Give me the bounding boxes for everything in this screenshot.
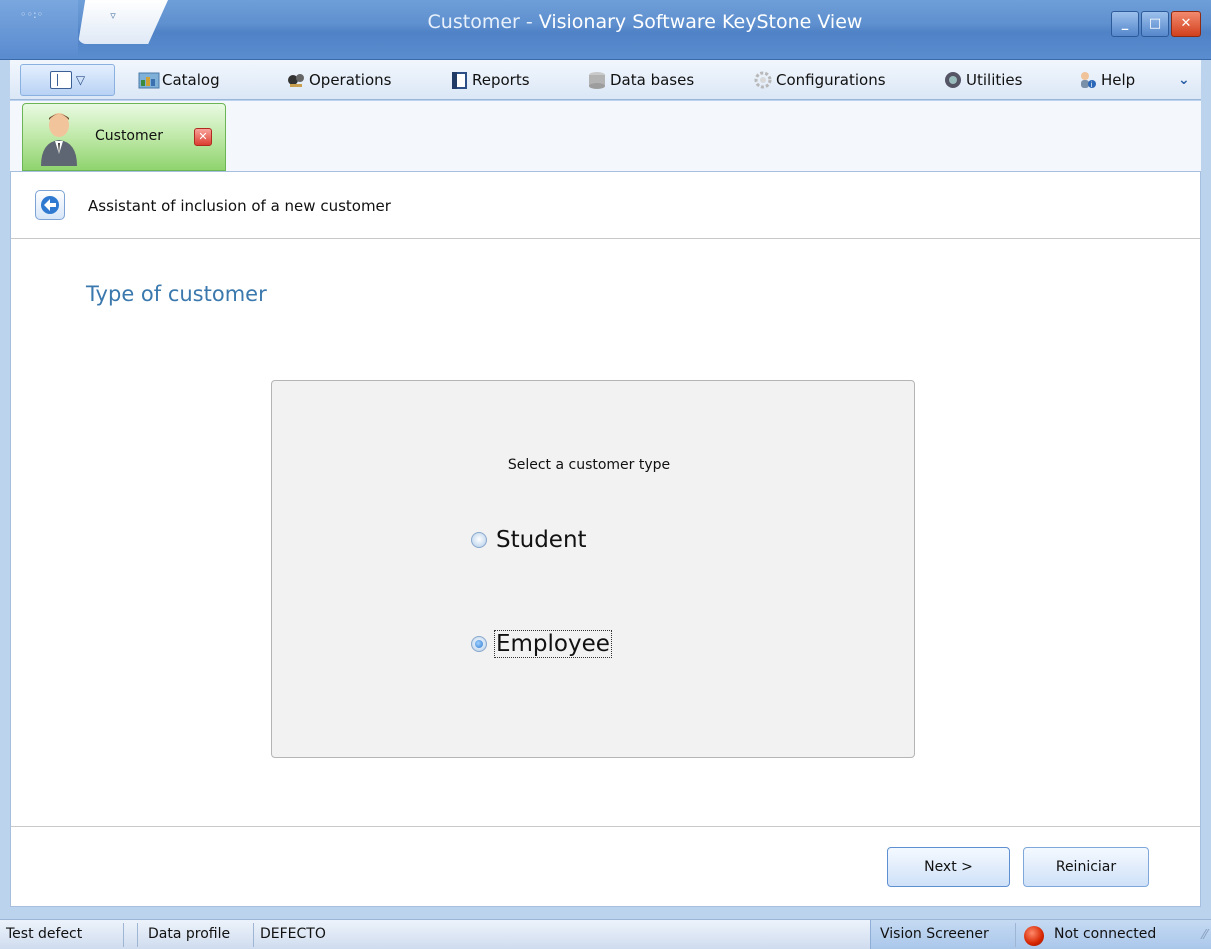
utilities-icon: [942, 70, 964, 90]
status-test-defect: Test defect: [6, 926, 83, 942]
window-title-doc: Customer: [427, 11, 520, 33]
title-bar: ◦◦:◦ ▿ Customer - Visionary Software Key…: [0, 0, 1211, 60]
wizard-header-text: Assistant of inclusion of a new customer: [88, 197, 391, 215]
status-separator: [253, 923, 254, 947]
status-separator: [123, 923, 124, 947]
menu-configurations-label: Configurations: [776, 71, 886, 89]
menu-catalog-label: Catalog: [162, 71, 220, 89]
menu-catalog[interactable]: Catalog: [138, 62, 220, 98]
window-title: Customer - Visionary Software KeyStone V…: [0, 0, 1211, 44]
app-menu-button[interactable]: ▽: [20, 64, 115, 96]
menu-bar: ▽ Catalog Operations Reports Data bases …: [10, 60, 1201, 100]
menu-databases[interactable]: Data bases: [586, 62, 694, 98]
tab-customer[interactable]: Customer ✕: [22, 103, 226, 171]
status-connection-area: Vision Screener Not connected ⁄⁄: [870, 920, 1211, 949]
catalog-icon: [138, 70, 160, 90]
menu-help-label: Help: [1101, 71, 1136, 89]
footer-divider: [11, 826, 1200, 827]
menu-databases-label: Data bases: [610, 71, 695, 89]
window-controls: _ □ ✕: [1111, 11, 1201, 37]
customer-type-prompt: Select a customer type: [507, 457, 671, 473]
operations-icon: [285, 70, 307, 90]
status-profile-value: DEFECTO: [260, 926, 326, 942]
minimize-button[interactable]: _: [1111, 11, 1139, 37]
wizard-header: Assistant of inclusion of a new customer: [11, 172, 1200, 239]
radio-student[interactable]: Student: [471, 527, 588, 553]
reset-button[interactable]: Reiniciar: [1023, 847, 1149, 887]
chevron-down-icon: ▽: [75, 73, 86, 87]
svg-text:i: i: [1091, 81, 1093, 89]
customer-type-group: Select a customer type Student Employee: [271, 380, 915, 758]
back-button[interactable]: [35, 190, 65, 220]
menu-operations[interactable]: Operations: [285, 62, 391, 98]
tab-customer-label: Customer: [95, 128, 164, 144]
status-bar: Test defect Data profile DEFECTO Vision …: [0, 919, 1211, 949]
status-separator: [137, 923, 138, 947]
status-screener: Vision Screener: [880, 926, 989, 942]
menu-reports[interactable]: Reports: [448, 62, 530, 98]
resize-grip-icon[interactable]: ⁄⁄: [1203, 928, 1207, 943]
menu-utilities-label: Utilities: [966, 71, 1023, 89]
close-window-button[interactable]: ✕: [1171, 11, 1201, 37]
radio-student-label[interactable]: Student: [495, 527, 588, 553]
status-separator: [1015, 923, 1016, 947]
next-button[interactable]: Next >: [887, 847, 1010, 887]
menu-operations-label: Operations: [309, 71, 392, 89]
window-title-app: Visionary Software KeyStone View: [538, 11, 863, 33]
maximize-button[interactable]: □: [1141, 11, 1169, 37]
panel-layout-icon: [49, 71, 72, 89]
radio-student-dot[interactable]: [471, 532, 487, 548]
menu-overflow-icon[interactable]: ⌄: [1178, 62, 1190, 98]
connection-status-icon: [1024, 926, 1044, 946]
customer-avatar-icon: [37, 110, 81, 166]
radio-employee-dot[interactable]: [471, 636, 487, 652]
document-tab-strip: Customer ✕: [10, 101, 1201, 171]
radio-employee-label[interactable]: Employee: [494, 630, 612, 658]
window-title-sep: -: [519, 11, 539, 33]
page-title: Type of customer: [86, 282, 267, 306]
radio-employee[interactable]: Employee: [471, 630, 612, 658]
menu-utilities[interactable]: Utilities: [942, 62, 1022, 98]
help-icon: i: [1077, 70, 1099, 90]
reports-icon: [448, 70, 470, 90]
menu-configurations[interactable]: Configurations: [752, 62, 886, 98]
status-connection: Not connected: [1054, 926, 1157, 942]
menu-help[interactable]: i Help: [1077, 62, 1135, 98]
arrow-left-icon: [41, 196, 59, 214]
wizard-panel: Assistant of inclusion of a new customer…: [10, 171, 1201, 907]
tab-close-icon[interactable]: ✕: [194, 128, 212, 146]
status-profile-label: Data profile: [148, 926, 231, 942]
menu-reports-label: Reports: [472, 71, 530, 89]
database-icon: [586, 70, 608, 90]
gear-icon: [752, 70, 774, 90]
